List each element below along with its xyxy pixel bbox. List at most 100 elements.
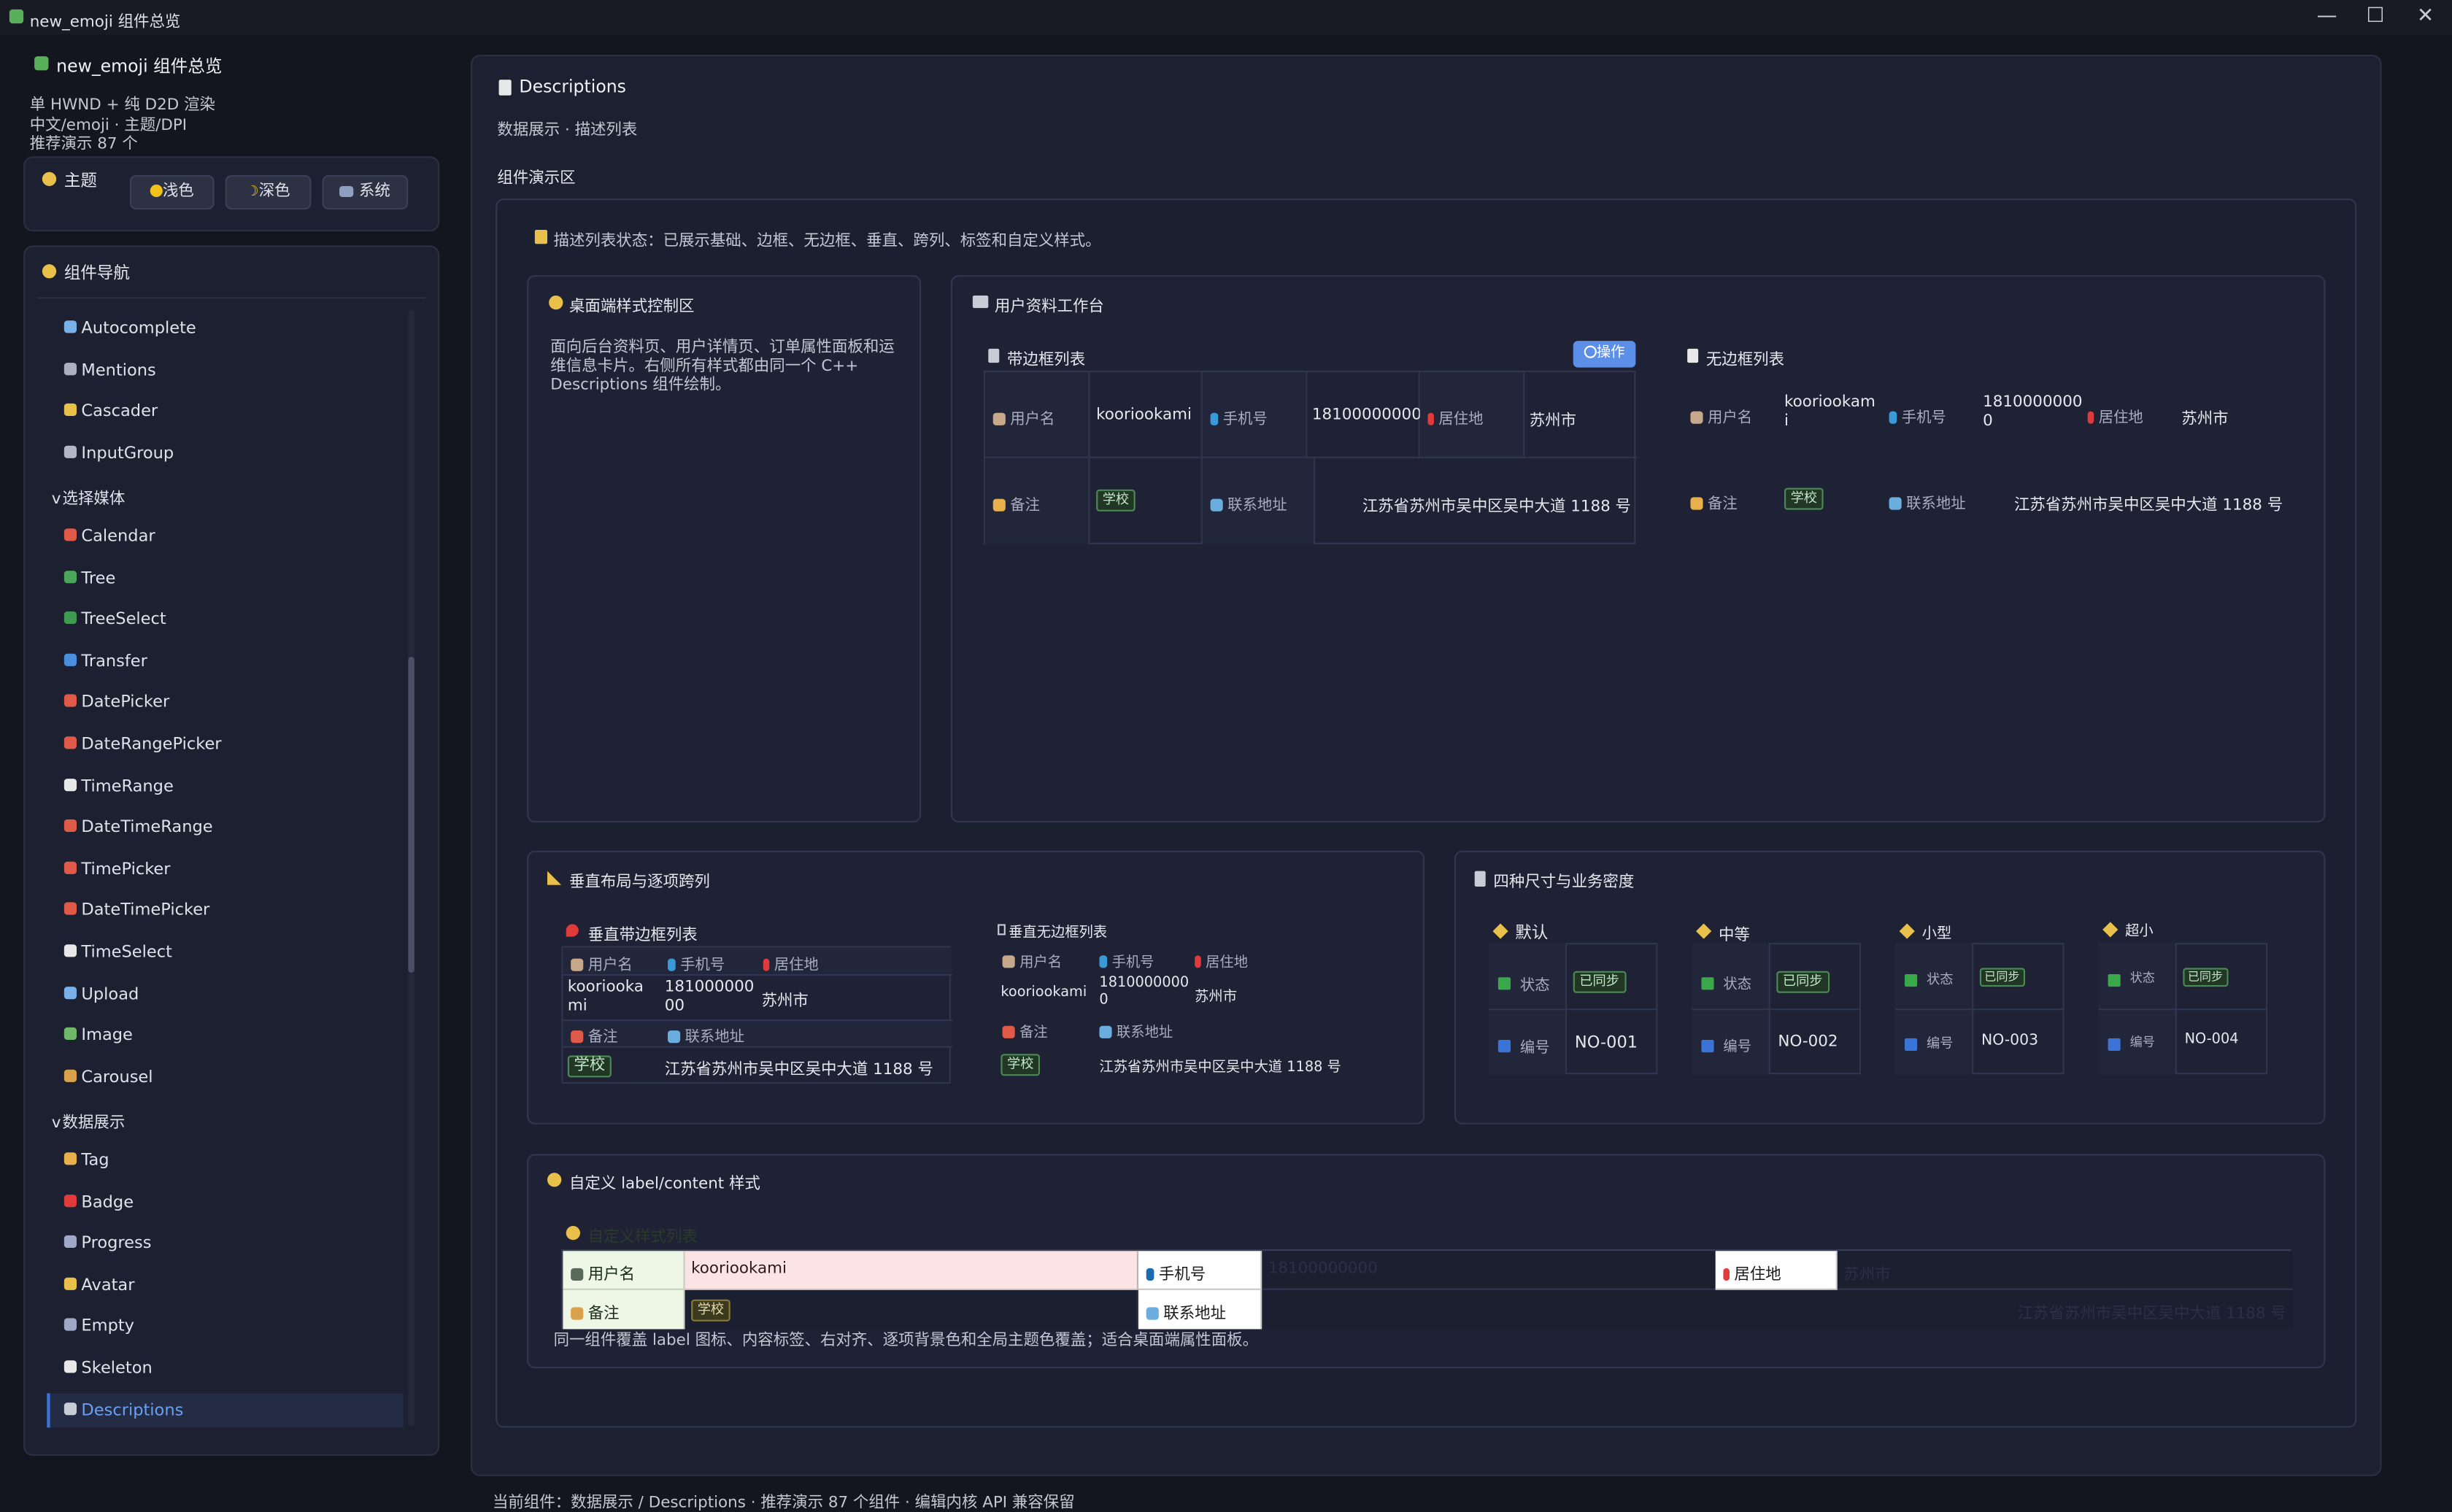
sidebar-item-timerange[interactable]: TimeRange <box>63 776 174 801</box>
sidebar-item-timepicker[interactable]: TimePicker <box>63 860 171 884</box>
id-label-3: 编号 <box>2129 1035 2155 1049</box>
maximize-button[interactable]: ☐ <box>2363 4 2388 29</box>
sidebar-item-descriptions[interactable]: Descriptions <box>63 1400 183 1425</box>
sidebar-item-timeselect[interactable]: TimeSelect <box>63 943 172 968</box>
borderless-location: 苏州市 <box>2181 411 2229 429</box>
document-icon <box>1474 871 1486 887</box>
sidebar-item-calendar[interactable]: Calendar <box>63 527 155 552</box>
phone-value: 18100000000 <box>1311 406 1422 424</box>
vertical-bordered-descriptions: 用户名 手机号 居住地 kooriooka mi 181000000 00 苏州市 … <box>561 946 952 1084</box>
sidebar-item--[interactable]: v 选择媒体 <box>52 485 126 509</box>
id-label-2: 编号 <box>1927 1036 1954 1053</box>
sidebar-item-tree[interactable]: Tree <box>63 568 115 593</box>
tag-icon <box>571 1307 584 1320</box>
calendar-icon <box>63 736 77 749</box>
phone-icon <box>1099 955 1108 968</box>
collapse-chevron-icon[interactable]: v <box>52 492 61 509</box>
compass-icon <box>42 264 57 279</box>
id-value-2: NO-003 <box>1981 1032 2039 1049</box>
palette-icon <box>42 171 57 186</box>
sidebar-item-mentions[interactable]: Mentions <box>63 360 156 385</box>
phone-icon <box>998 924 1006 936</box>
sidebar-item-progress[interactable]: Progress <box>63 1234 151 1259</box>
document-icon <box>1687 348 1699 363</box>
pin-icon <box>763 958 770 971</box>
collapse-chevron-icon[interactable]: v <box>52 1116 61 1133</box>
nav-title: 组件导航 <box>63 264 130 283</box>
theme-dark-button[interactable]: ☽深色 <box>225 175 312 210</box>
sidebar-item-inputgroup[interactable]: InputGroup <box>63 444 174 468</box>
pushpin-icon <box>566 924 579 937</box>
location-value: 苏州市 <box>1529 412 1576 431</box>
username-value: kooriookami <box>1096 406 1192 424</box>
sidebar-item-autocomplete[interactable]: Autocomplete <box>63 319 196 344</box>
status-tag-1: 已同步 <box>1776 971 1830 993</box>
status-bar: 当前组件：数据展示 / Descriptions · 推荐演示 87 个组件 ·… <box>493 1494 1075 1512</box>
sidebar-item-transfer[interactable]: Transfer <box>63 652 147 676</box>
size-divider-0 <box>1488 1008 1658 1011</box>
minimize-button[interactable]: — <box>2314 4 2339 29</box>
borderless-address: 江苏省苏州市吴中区吴中大道 1188 号 <box>2014 497 2283 514</box>
sidebar-item-datetimerange[interactable]: DateTimeRange <box>63 818 213 843</box>
phone-icon <box>1210 412 1219 425</box>
sidebar-item-daterangepicker[interactable]: DateRangePicker <box>63 735 222 760</box>
phone-icon <box>1889 411 1897 424</box>
check-icon <box>1701 977 1714 990</box>
theme-label: 主题 <box>63 171 97 191</box>
sidebar-item-badge[interactable]: Badge <box>63 1192 134 1217</box>
theme-light-button[interactable]: 浅色 <box>129 175 215 210</box>
tree-icon <box>63 570 77 583</box>
status-label-2: 状态 <box>1927 972 1954 989</box>
sidebar-item-skeleton[interactable]: Skeleton <box>63 1359 153 1384</box>
sun-icon <box>150 184 163 197</box>
building-icon <box>668 1030 681 1044</box>
status-label-1: 状态 <box>1723 977 1752 993</box>
size-label-2: 小型 <box>1921 925 1952 944</box>
id-value-0: NO-001 <box>1574 1033 1638 1053</box>
borderless-phone: 1810000000 0 <box>1983 394 2083 431</box>
theme-system-button[interactable]: 系统 <box>322 175 409 210</box>
sidebar-item-empty[interactable]: Empty <box>63 1317 134 1342</box>
clipboard-icon <box>534 230 547 244</box>
close-button[interactable]: ✕ <box>2413 4 2437 29</box>
workspace-card <box>950 275 2326 823</box>
id-icon-3 <box>2108 1035 2126 1054</box>
status-check-icon-0 <box>1497 974 1516 993</box>
sidebar-item-datetimepicker[interactable]: DateTimePicker <box>63 901 209 926</box>
chart-icon <box>63 1235 77 1249</box>
sizes-title: 四种尺寸与业务密度 <box>1493 873 1635 892</box>
sidebar-item-upload[interactable]: Upload <box>63 984 139 1009</box>
pin-icon <box>2087 411 2094 424</box>
size-label-3: 超小 <box>2125 924 2154 940</box>
sidebar-item--[interactable]: v 数据展示 <box>52 1109 126 1133</box>
user-icon <box>1690 411 1703 424</box>
app-logo-icon <box>34 56 49 71</box>
smiley-icon <box>63 1277 77 1290</box>
computer-icon <box>339 185 355 197</box>
id-label-1: 编号 <box>1723 1040 1752 1056</box>
sidebar-item-avatar[interactable]: Avatar <box>63 1276 134 1300</box>
action-button[interactable]: 操作 <box>1573 341 1636 368</box>
nav-scrollbar-thumb[interactable] <box>408 657 415 973</box>
app-icon <box>9 9 24 24</box>
sidebar-item-image[interactable]: Image <box>63 1026 133 1051</box>
school-icon <box>571 1030 584 1044</box>
picture-icon <box>63 1027 77 1041</box>
bordered-descriptions: 用户名 kooriookami 手机号 18100000000 居住地 苏州市 … <box>983 370 1638 544</box>
desktop-description: 面向后台资料页、用户详情页、订单属性面板和运维信息卡片。右侧所有样式都由同一个 … <box>550 339 895 394</box>
sidebar-item-datepicker[interactable]: DatePicker <box>63 693 169 718</box>
sidebar-item-carousel[interactable]: Carousel <box>63 1068 153 1092</box>
status-tag-0: 已同步 <box>1573 971 1626 993</box>
gear-icon <box>1584 345 1597 358</box>
phone-icon <box>1146 1268 1154 1281</box>
calendar-icon <box>63 903 77 916</box>
user-icon <box>992 412 1006 425</box>
sidebar-item-tag[interactable]: Tag <box>63 1151 109 1176</box>
borderless-remark-tag: 学校 <box>1784 487 1824 510</box>
sidebar-item-treeselect[interactable]: TreeSelect <box>63 610 166 635</box>
user-icon <box>571 1268 584 1281</box>
number-icon <box>2108 1038 2121 1051</box>
status-tag-3: 已同步 <box>2183 968 2228 987</box>
building-icon <box>1146 1307 1159 1320</box>
sidebar-item-cascader[interactable]: Cascader <box>63 402 158 427</box>
